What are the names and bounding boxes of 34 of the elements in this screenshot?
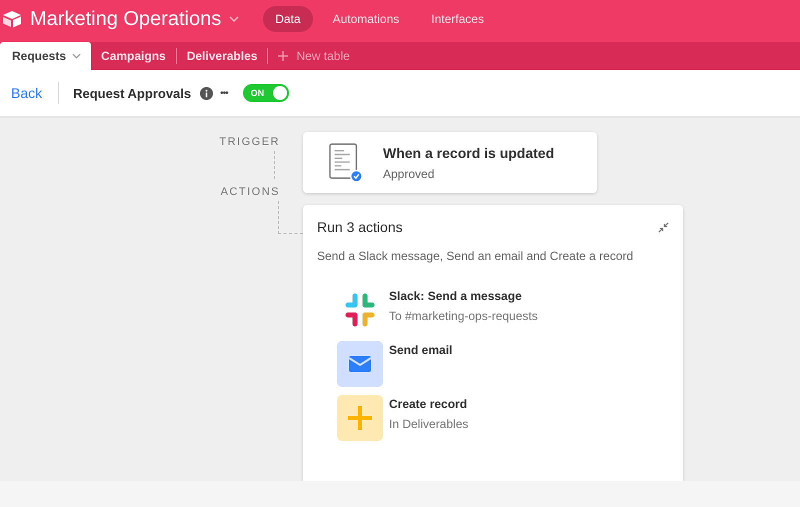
trigger-condition: Approved <box>383 166 436 180</box>
actions-title: Run 3 actions <box>317 219 403 235</box>
action-title[interactable]: Create record <box>389 397 468 411</box>
info-icon[interactable] <box>200 86 214 100</box>
connector-line <box>274 151 275 179</box>
back-link[interactable]: Back <box>11 85 42 101</box>
table-tab[interactable]: Deliverables <box>176 42 268 70</box>
actions-description: Send a Slack message, Send an email and Create a record <box>317 249 634 263</box>
automation-title: Request Approvals <box>73 86 192 100</box>
action-detail: To #marketing-ops-requests <box>389 309 538 323</box>
more-menu[interactable]: ••• <box>220 88 228 98</box>
chevron-down-icon[interactable] <box>72 53 82 59</box>
document-check-icon <box>329 142 363 182</box>
nav-tab[interactable]: Automations <box>320 6 412 32</box>
logo-icon <box>2 10 22 28</box>
plus-icon <box>278 51 288 61</box>
new-table-button[interactable]: New table <box>268 42 360 70</box>
trigger-card[interactable]: When a record is updated Approved <box>303 132 597 193</box>
table-tab[interactable]: Requests <box>0 42 92 70</box>
step-label: TRIGGER <box>219 136 280 148</box>
plus-icon <box>337 395 383 441</box>
base-title[interactable]: Marketing Operations <box>30 8 222 30</box>
table-tab[interactable]: Campaigns <box>91 42 176 70</box>
chevron-down-icon[interactable] <box>229 16 240 22</box>
envelope-icon <box>337 341 383 387</box>
action-title[interactable]: Slack: Send a message <box>389 289 538 303</box>
action-detail: In Deliverables <box>389 417 468 431</box>
action-title[interactable]: Send email <box>389 343 452 357</box>
step-label: ACTIONS <box>220 186 280 198</box>
trigger-title: When a record is updated <box>383 144 554 160</box>
toggle-switch[interactable]: ON <box>242 84 289 102</box>
collapse-icon[interactable] <box>658 222 669 232</box>
nav-tab[interactable]: Data <box>263 6 313 32</box>
nav-tab[interactable]: Interfaces <box>419 6 496 32</box>
